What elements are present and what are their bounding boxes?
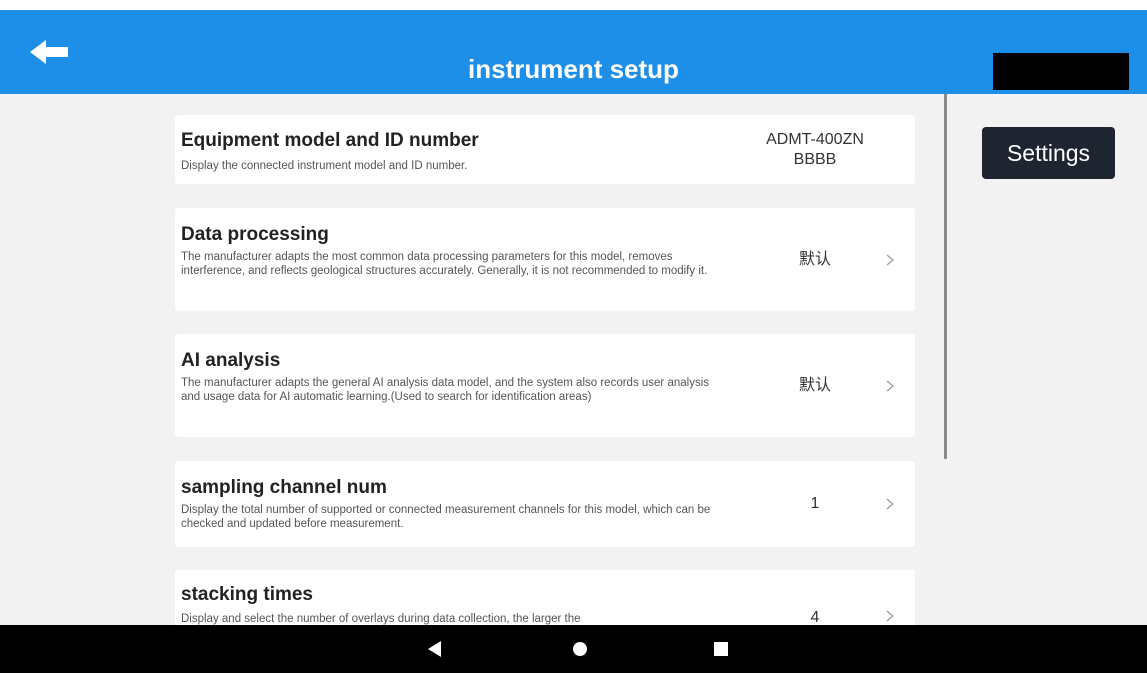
top-margin bbox=[0, 0, 1147, 10]
item-description: Display and select the number of overlay… bbox=[181, 613, 581, 625]
item-value-model: ADMT-400ZN bbox=[766, 131, 864, 148]
scrollbar[interactable] bbox=[944, 94, 947, 459]
nav-home-icon[interactable] bbox=[566, 635, 594, 663]
nav-recents-icon[interactable] bbox=[707, 635, 735, 663]
item-value: ADMT-400ZN BBBB bbox=[735, 130, 895, 170]
item-title: AI analysis bbox=[181, 350, 281, 371]
item-description: The manufacturer adapts the most common … bbox=[181, 251, 708, 277]
item-description: Display the connected instrument model a… bbox=[181, 160, 468, 172]
chevron-right-icon bbox=[886, 610, 895, 622]
list-item-data-processing[interactable]: Data processing The manufacturer adapts … bbox=[175, 208, 915, 311]
item-value: 默认 bbox=[798, 377, 831, 394]
page-title-text: instrument setup bbox=[468, 54, 679, 84]
page-title: instrument setup bbox=[0, 10, 1147, 94]
item-title: Equipment model and ID number bbox=[181, 130, 479, 151]
item-value: 默认 bbox=[798, 251, 831, 268]
item-title: Data processing bbox=[181, 224, 329, 245]
nav-back-icon[interactable] bbox=[421, 635, 449, 663]
item-value-id: BBBB bbox=[793, 151, 837, 168]
item-value: 4 bbox=[810, 609, 820, 625]
chevron-right-icon bbox=[886, 254, 895, 266]
item-title: sampling channel num bbox=[181, 477, 387, 498]
content-area: Equipment model and ID number Display th… bbox=[0, 94, 1147, 625]
item-value: 1 bbox=[810, 495, 820, 512]
list-item-equipment-model[interactable]: Equipment model and ID number Display th… bbox=[175, 115, 915, 184]
chevron-right-icon bbox=[886, 380, 895, 392]
app-bar: instrument setup bbox=[0, 10, 1147, 94]
chevron-right-icon bbox=[886, 498, 895, 510]
list-item-ai-analysis[interactable]: AI analysis The manufacturer adapts the … bbox=[175, 334, 915, 437]
settings-button[interactable]: Settings bbox=[982, 127, 1115, 179]
item-title: stacking times bbox=[181, 584, 313, 605]
screen: instrument setup Equipment model and ID … bbox=[0, 0, 1147, 673]
item-description: The manufacturer adapts the general AI a… bbox=[181, 377, 710, 403]
list-item-sampling-channel[interactable]: sampling channel num Display the total n… bbox=[175, 461, 915, 547]
redacted-block bbox=[993, 53, 1129, 90]
item-description: Display the total number of supported or… bbox=[181, 504, 711, 530]
list-item-stacking-times[interactable]: stacking times Display and select the nu… bbox=[175, 570, 915, 625]
system-nav-bar bbox=[0, 625, 1147, 673]
